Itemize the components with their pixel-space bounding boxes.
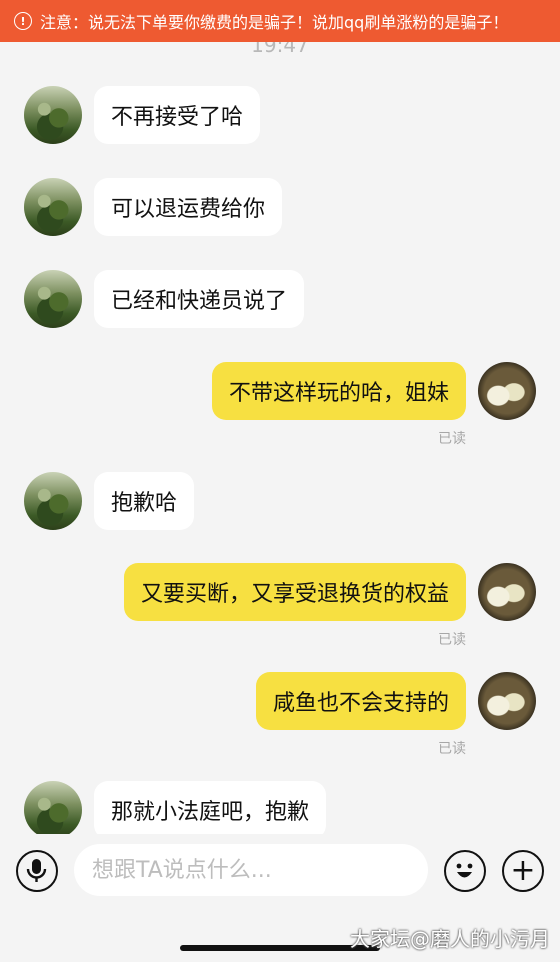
contact-avatar[interactable] <box>24 178 82 236</box>
outgoing-message-bubble[interactable]: 又要买断，又享受退换货的权益 <box>123 563 466 621</box>
message-row: 可以退运费给你 <box>0 178 560 236</box>
user-avatar[interactable] <box>478 672 536 730</box>
read-receipt: 已读 <box>438 632 466 648</box>
message-row: 不再接受了哈 <box>0 86 560 144</box>
read-receipt: 已读 <box>438 741 466 757</box>
smiley-icon <box>456 863 473 878</box>
warning-circle-icon: ! <box>14 12 32 30</box>
watermark: 大家坛@磨人的小污月 <box>350 927 550 951</box>
incoming-message-bubble[interactable]: 已经和快递员说了 <box>94 270 305 328</box>
outgoing-message-bubble[interactable]: 不带这样玩的哈，姐妹 <box>211 362 466 420</box>
outgoing-message-bubble[interactable]: 咸鱼也不会支持的 <box>255 672 466 730</box>
chat-area[interactable]: 19:47 不再接受了哈 可以退运费给你 已经和快递员说了 不带这样玩的哈，姐妹… <box>0 0 560 834</box>
voice-input-button[interactable] <box>16 850 58 892</box>
contact-avatar[interactable] <box>24 86 82 144</box>
message-row: 抱歉哈 <box>0 472 560 530</box>
user-avatar[interactable] <box>478 563 536 621</box>
message-row: 已经和快递员说了 <box>0 270 560 328</box>
plus-icon: + <box>510 853 536 888</box>
more-actions-button[interactable]: + <box>502 850 544 892</box>
message-row: 那就小法庭吧，抱歉 <box>0 781 560 834</box>
message-input[interactable] <box>74 844 428 896</box>
user-avatar[interactable] <box>478 362 536 420</box>
read-receipt: 已读 <box>438 431 466 447</box>
contact-avatar[interactable] <box>24 781 82 834</box>
contact-avatar[interactable] <box>24 472 82 530</box>
warning-banner-text: 注意：说无法下单要你缴费的是骗子！说加qq刷单涨粉的是骗子！ <box>40 13 509 32</box>
incoming-message-bubble[interactable]: 那就小法庭吧，抱歉 <box>94 781 327 834</box>
incoming-message-bubble[interactable]: 不再接受了哈 <box>94 86 261 144</box>
message-timestamp: 19:47 <box>251 40 309 57</box>
microphone-icon <box>26 859 47 882</box>
incoming-message-bubble[interactable]: 可以退运费给你 <box>94 178 283 236</box>
emoji-button[interactable] <box>444 850 486 892</box>
message-row: 咸鱼也不会支持的 <box>0 672 560 730</box>
message-row: 不带这样玩的哈，姐妹 <box>0 362 560 420</box>
contact-avatar[interactable] <box>24 270 82 328</box>
incoming-message-bubble[interactable]: 抱歉哈 <box>94 472 195 530</box>
message-row: 又要买断，又享受退换货的权益 <box>0 563 560 621</box>
warning-banner[interactable]: ! 注意：说无法下单要你缴费的是骗子！说加qq刷单涨粉的是骗子！ <box>0 0 560 42</box>
